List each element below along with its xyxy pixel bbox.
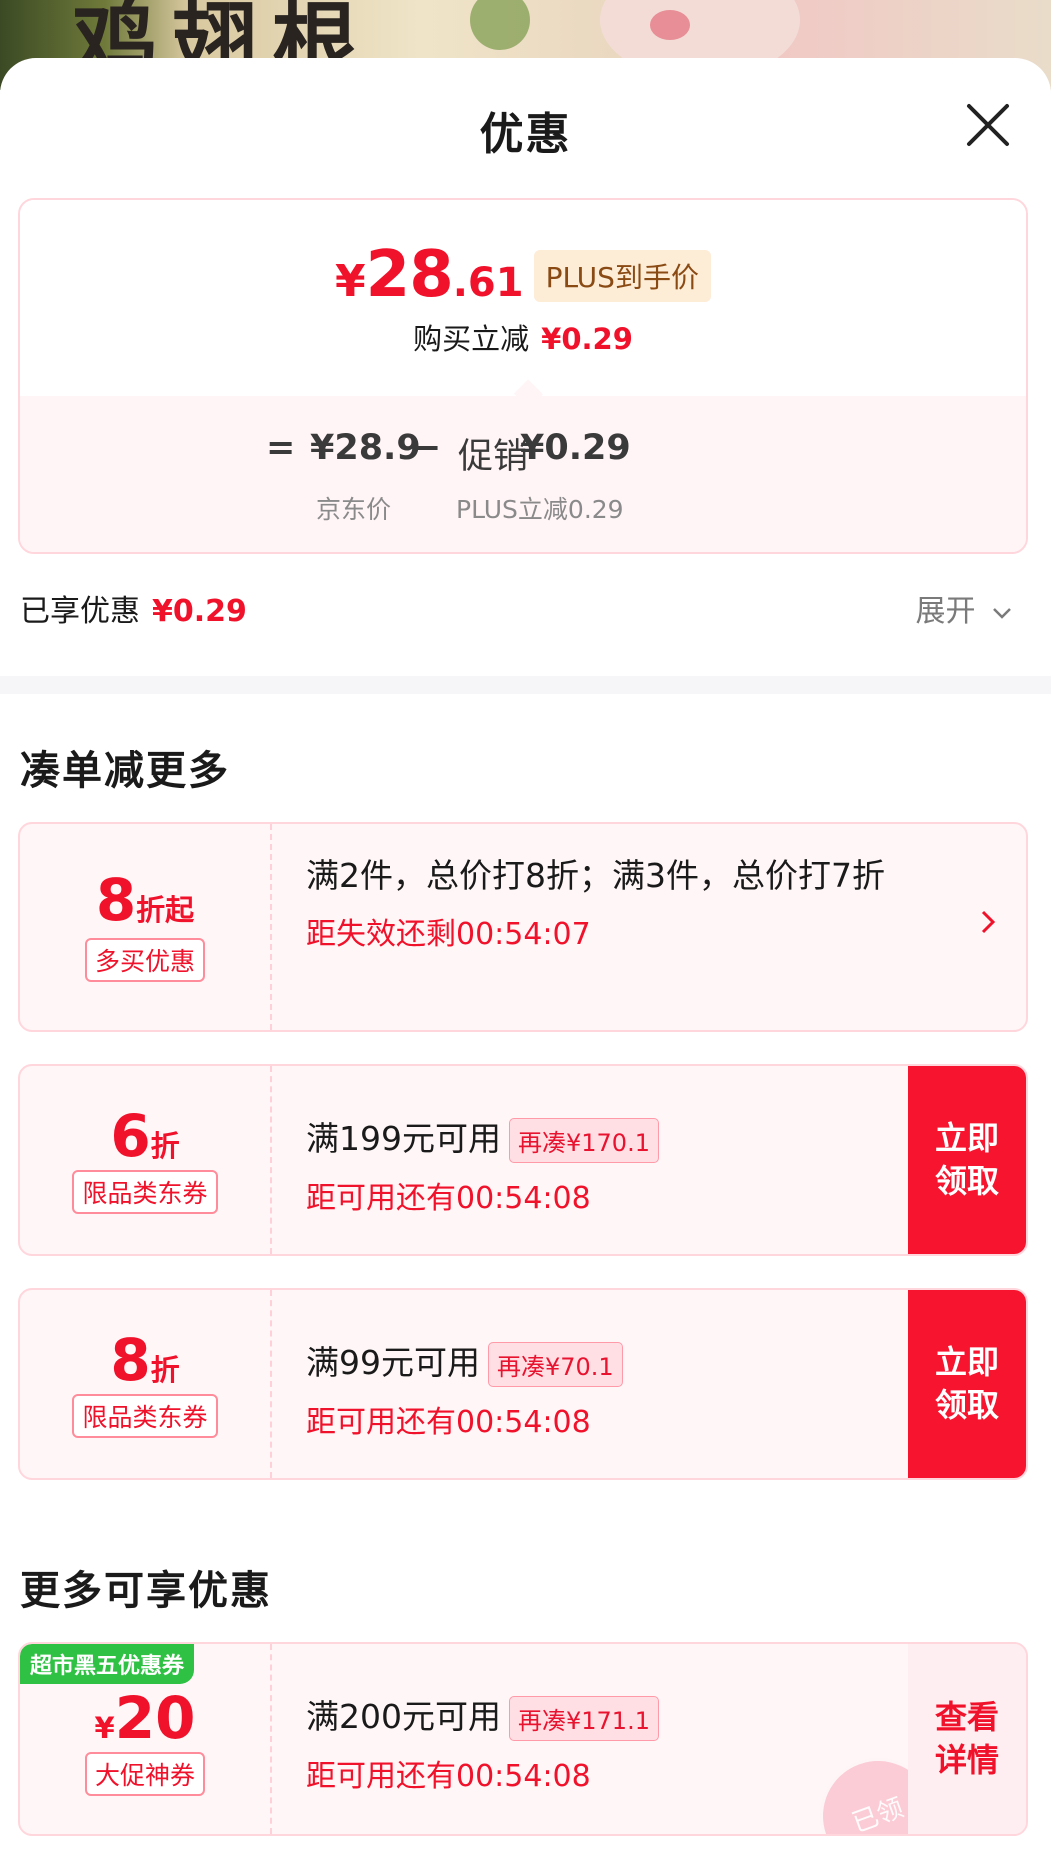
sheet-title: 优惠 <box>479 109 572 160</box>
discount-unit: 折起 <box>136 893 195 927</box>
discount-sheet: 优惠 ¥28.61 PLUS到手价 购买立减 ¥0.29 = ¥28.9 − 促销 … <box>0 58 1051 1872</box>
expand-button[interactable]: 展开 <box>915 586 1013 630</box>
coupon-value-area: 8折起 多买优惠 <box>20 824 270 1030</box>
discount-unit: 折 <box>150 1129 180 1163</box>
currency-symbol: ¥ <box>335 256 366 307</box>
price-integer: 28 <box>365 238 454 312</box>
plus-price-tag: PLUS到手价 <box>533 250 711 302</box>
currency-symbol: ¥ <box>94 1711 115 1745</box>
coupon-type-pill: 多买优惠 <box>84 938 205 982</box>
discount-number: 8 <box>95 866 137 934</box>
instant-discount-label: 购买立减 <box>413 322 530 356</box>
add-more-tag: 再凑¥70.1 <box>488 1342 623 1387</box>
claim-button[interactable]: 立即领取 <box>908 1066 1026 1254</box>
coupon-threshold: 满199元可用 <box>306 1119 501 1158</box>
coupon-info: 满200元可用 再凑¥171.1 距可用还有00:54:08 <box>306 1690 659 1795</box>
promo-sub-label: PLUS立减0.29 <box>456 495 624 524</box>
dashed-separator <box>270 1644 272 1834</box>
coupon-countdown: 距可用还有00:54:08 <box>306 1759 591 1794</box>
coupon-card: 超市黑五优惠券 ¥20 大促神券 满200元可用 再凑¥171.1 距可用还有00… <box>18 1642 1028 1836</box>
chevron-right-icon[interactable] <box>980 909 996 935</box>
discount-amount: 8折 <box>20 1326 270 1394</box>
coupon-info: 满199元可用 再凑¥170.1 距可用还有00:54:08 <box>306 1112 659 1217</box>
enjoyed-discount: 已享优惠 ¥0.29 <box>20 586 247 630</box>
instant-discount: 购买立减 ¥0.29 <box>20 316 1026 358</box>
section-divider <box>0 676 1051 694</box>
promo-label: 促销 <box>458 437 529 477</box>
claim-label: 立即领取 <box>934 1342 999 1424</box>
coupon-type-pill: 限品类东券 <box>72 1170 218 1214</box>
coupon-info: 满2件，总价打8折；满3件，总价打7折 距失效还剩00:54:07 <box>306 854 926 953</box>
expand-label: 展开 <box>915 594 976 629</box>
coupon-countdown: 距可用还有00:54:08 <box>306 1181 591 1216</box>
price-decimal: .61 <box>452 260 524 306</box>
final-price: ¥28.61 PLUS到手价 <box>20 238 1026 312</box>
coupon-type-pill: 限品类东券 <box>72 1394 218 1438</box>
coupon-type-pill: 大促神券 <box>84 1752 205 1796</box>
view-details-button[interactable]: 查看详情 <box>908 1644 1026 1834</box>
section-title-more-available: 更多可享优惠 <box>20 1568 272 1614</box>
enjoyed-label: 已享优惠 <box>20 594 140 629</box>
discount-amount: 6折 <box>20 1102 270 1170</box>
minus-sign: − <box>412 428 442 468</box>
coupon-threshold: 满99元可用 <box>306 1343 480 1382</box>
promo-value: ¥0.29 <box>520 428 631 468</box>
multi-buy-card[interactable]: 8折起 多买优惠 满2件，总价打8折；满3件，总价打7折 距失效还剩00:54:… <box>18 822 1028 1032</box>
coupon-value-area: ¥20 大促神券 <box>20 1644 270 1834</box>
enjoyed-value: ¥0.29 <box>152 594 247 629</box>
discount-unit: 折 <box>150 1353 180 1387</box>
discount-amount: 8折起 <box>20 866 270 934</box>
coupon-countdown: 距失效还剩00:54:07 <box>306 916 591 952</box>
close-icon[interactable] <box>961 98 1015 152</box>
discount-number: 6 <box>110 1102 151 1170</box>
instant-discount-value: ¥0.29 <box>541 322 633 356</box>
coupon-threshold: 满200元可用 <box>306 1697 501 1736</box>
view-details-label: 查看详情 <box>934 1697 999 1779</box>
chevron-down-icon <box>993 607 1011 619</box>
claim-button[interactable]: 立即领取 <box>908 1290 1026 1478</box>
add-more-tag: 再凑¥170.1 <box>509 1118 659 1163</box>
coupon-amount: ¥20 <box>20 1684 270 1752</box>
discount-number: 8 <box>110 1326 151 1394</box>
jd-price-value: ¥28.9 <box>310 428 421 468</box>
food-decoration <box>650 10 690 40</box>
coupon-card: 6折 限品类东券 满199元可用 再凑¥170.1 距可用还有00:54:08 立… <box>18 1064 1028 1256</box>
dashed-separator <box>270 1290 272 1478</box>
herb-decoration <box>470 0 530 50</box>
jd-price-label: 京东价 <box>316 495 392 524</box>
coupon-value-area: 8折 限品类东券 <box>20 1290 270 1478</box>
dashed-separator <box>270 1066 272 1254</box>
claim-label: 立即领取 <box>934 1118 999 1200</box>
dashed-separator <box>270 824 272 1030</box>
coupon-rule: 满2件，总价打8折；满3件，总价打7折 <box>306 856 885 895</box>
coupon-countdown: 距可用还有00:54:08 <box>306 1405 591 1440</box>
equals-sign: = <box>266 428 296 468</box>
price-breakdown: ¥28.61 PLUS到手价 购买立减 ¥0.29 = ¥28.9 − 促销 ¥0.… <box>18 198 1028 554</box>
section-title-more-deals: 凑单减更多 <box>20 748 230 794</box>
coupon-value-area: 6折 限品类东券 <box>20 1066 270 1254</box>
coupon-amount-number: 20 <box>114 1684 196 1752</box>
coupon-card: 8折 限品类东券 满99元可用 再凑¥70.1 距可用还有00:54:08 立即领… <box>18 1288 1028 1480</box>
add-more-tag: 再凑¥171.1 <box>509 1696 659 1741</box>
coupon-info: 满99元可用 再凑¥70.1 距可用还有00:54:08 <box>306 1336 623 1441</box>
